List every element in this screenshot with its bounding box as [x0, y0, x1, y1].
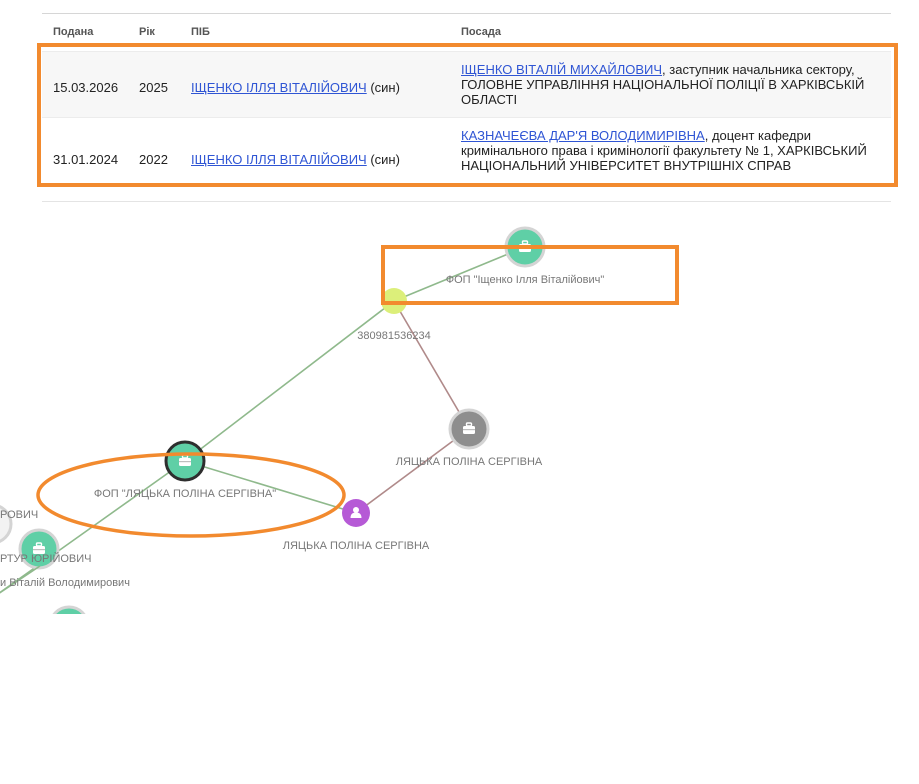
node-fop-liatska[interactable]: [164, 440, 206, 482]
edge-liatska-fop-to-person: [184, 460, 357, 514]
label-purple-person: ЛЯЦЬКА ПОЛІНА СЕРГІВНА: [283, 540, 430, 552]
edge-phone-to-gray-person: [393, 300, 470, 430]
node-gray-person[interactable]: [448, 408, 490, 450]
annotation-rectangle-table: [37, 43, 898, 187]
label-partial-3: и Віталій Володимирович: [0, 577, 130, 589]
node-purple-person[interactable]: [342, 499, 370, 527]
annotation-rectangle-fop: [381, 245, 679, 305]
label-partial-1: РОВИЧ: [0, 509, 38, 521]
label-gray-person: ЛЯЦЬКА ПОЛІНА СЕРГІВНА: [396, 456, 543, 468]
edge-liatska-fop-to-offscreen: [0, 460, 186, 594]
label-fop-liatska: ФОП "ЛЯЦЬКА ПОЛІНА СЕРГІВНА": [94, 488, 276, 500]
clip-mask: [0, 614, 200, 784]
edge-liatska-fop-to-phone: [184, 300, 395, 462]
label-phone: 380981536234: [357, 330, 430, 342]
edge-gray-to-purple-person: [355, 428, 470, 514]
label-partial-2: РТУР ЮРІЙОВИЧ: [0, 552, 92, 565]
